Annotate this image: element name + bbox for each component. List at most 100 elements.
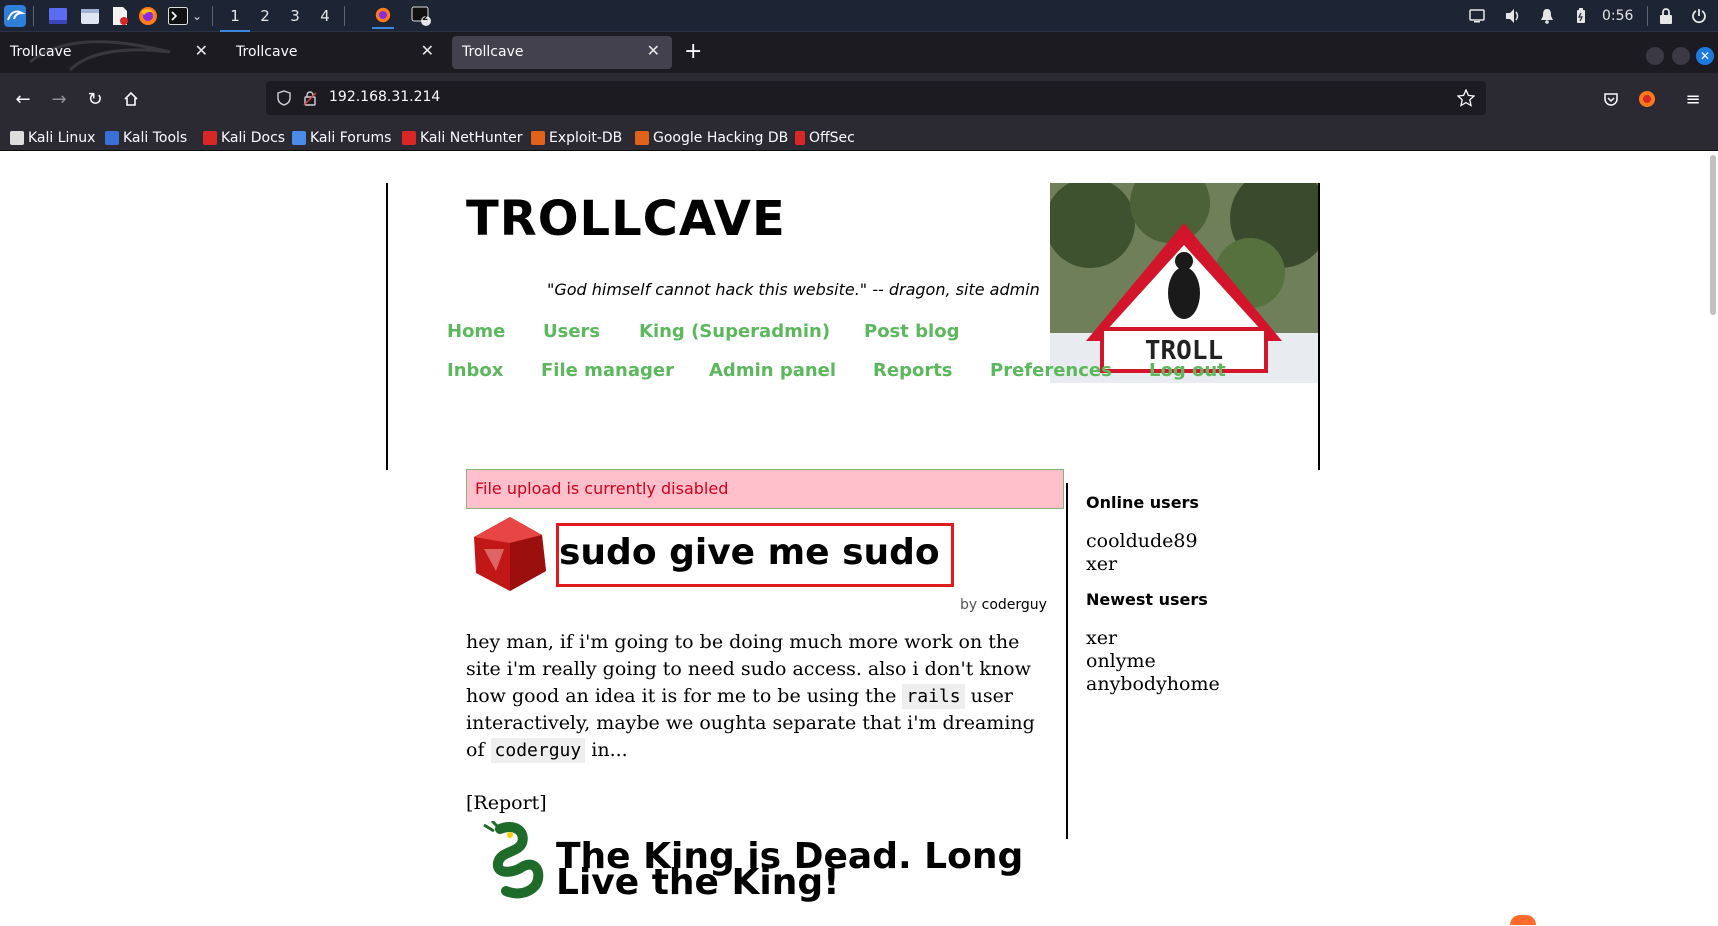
browser-tab[interactable]: Trollcave ✕ (0, 36, 220, 69)
post-byline: by coderguy (960, 597, 1047, 613)
bookmark-google-hacking-db[interactable]: Google Hacking DB (635, 128, 788, 148)
site-title: TROLLCAVE (466, 191, 786, 247)
shield-icon[interactable] (274, 88, 294, 108)
newest-user[interactable]: onlyme (1086, 650, 1156, 672)
dragon-icon (470, 819, 550, 905)
kali-tools-icon (105, 131, 119, 145)
kali-nethunter-icon (402, 131, 416, 145)
bookmark-label: Exploit-DB (549, 130, 623, 146)
newest-user[interactable]: xer (1086, 627, 1117, 649)
reload-icon[interactable]: ↻ (82, 86, 108, 112)
nav-users[interactable]: Users (543, 321, 600, 342)
browser-tab-active[interactable]: Trollcave ✕ (452, 36, 672, 69)
power-icon[interactable] (1688, 5, 1710, 27)
nav-log-out[interactable]: Log out (1149, 360, 1226, 381)
newest-users-heading: Newest users (1086, 590, 1208, 609)
chevron-down-icon[interactable]: ⌄ (190, 5, 204, 27)
nav-file-manager[interactable]: File manager (541, 360, 674, 381)
browser-tab[interactable]: Trollcave ✕ (226, 36, 446, 69)
post-title[interactable]: sudo give me sudo (556, 523, 954, 587)
hamburger-menu-icon[interactable]: ≡ (1680, 86, 1706, 112)
exploit-db-icon (531, 131, 545, 145)
show-desktop-icon[interactable] (47, 5, 69, 27)
maximize-window-button[interactable] (1672, 47, 1690, 65)
bookmark-kali-linux[interactable]: Kali Linux (10, 128, 95, 148)
url-bar[interactable]: 192.168.31.214 (266, 81, 1486, 115)
bookmark-label: OffSec (809, 130, 855, 146)
text-editor-icon[interactable] (109, 5, 131, 27)
battery-icon[interactable] (1570, 5, 1592, 27)
online-user[interactable]: cooldude89 (1086, 530, 1198, 552)
bookmark-kali-docs[interactable]: Kali Docs (203, 128, 285, 148)
byline-label: by (960, 597, 978, 613)
taskbar-separator (1647, 6, 1648, 26)
close-tab-icon[interactable]: ✕ (647, 41, 660, 60)
nav-reports[interactable]: Reports (873, 360, 953, 381)
notifications-bell-icon[interactable] (1536, 5, 1558, 27)
page-scrollbar[interactable] (1710, 155, 1716, 315)
site-tagline: "God himself cannot hack this website." … (547, 280, 1040, 299)
workspace-4[interactable]: 4 (310, 0, 340, 32)
terminal-icon[interactable] (167, 5, 189, 27)
pocket-icon[interactable] (1598, 86, 1624, 112)
forward-arrow-icon[interactable]: → (46, 86, 72, 112)
kali-menu-icon[interactable] (4, 5, 26, 27)
bookmark-offsec[interactable]: OffSec (795, 128, 855, 148)
bookmark-label: Kali NetHunter (420, 130, 523, 146)
insecure-lock-icon[interactable] (300, 88, 320, 108)
screen-icon[interactable] (1466, 5, 1488, 27)
close-tab-icon[interactable]: ✕ (421, 41, 434, 60)
nav-post-blog[interactable]: Post blog (864, 321, 959, 342)
lock-screen-icon[interactable] (1655, 5, 1677, 27)
tab-title: Trollcave (10, 44, 72, 60)
back-arrow-icon[interactable]: ← (10, 86, 36, 112)
nav-inbox[interactable]: Inbox (447, 360, 503, 381)
tab-title: Trollcave (236, 44, 298, 60)
nav-king-superadmin[interactable]: King (Superadmin) (639, 321, 830, 342)
bookmark-star-icon[interactable] (1456, 88, 1476, 108)
volume-icon[interactable] (1502, 5, 1524, 27)
taskbar-separator (33, 6, 34, 26)
code-coderguy: coderguy (490, 738, 586, 763)
firefox-window-button[interactable] (372, 3, 394, 29)
browser-tab-strip: Trollcave ✕ Trollcave ✕ Trollcave ✕ + ✕ (0, 32, 1718, 73)
bookmark-label: Google Hacking DB (653, 130, 789, 146)
post-body-text: in... (591, 739, 628, 761)
extension-icon[interactable] (1634, 86, 1660, 112)
minimize-window-button[interactable] (1646, 47, 1664, 65)
post-title[interactable]: The King is Dead. Long Live the King! (556, 839, 1036, 901)
clock[interactable]: 0:56 (1602, 0, 1633, 32)
online-user[interactable]: xer (1086, 553, 1117, 575)
post-body: hey man, if i'm going to be doing much m… (466, 629, 1046, 764)
taskbar-separator (212, 6, 213, 26)
ruby-icon (470, 513, 550, 597)
os-taskbar: ⌄ 1 2 3 4 2 0:56 (0, 0, 1718, 32)
workspace-1[interactable]: 1 (220, 0, 250, 32)
online-users-heading: Online users (1086, 493, 1199, 512)
bookmark-kali-tools[interactable]: Kali Tools (105, 128, 187, 148)
nav-admin-panel[interactable]: Admin panel (709, 360, 836, 381)
nav-home[interactable]: Home (447, 321, 505, 342)
newest-user[interactable]: anybodyhome (1086, 673, 1220, 695)
home-icon[interactable] (118, 86, 144, 112)
new-tab-button[interactable]: + (684, 40, 702, 64)
kali-docs-icon (203, 131, 217, 145)
bookmark-kali-forums[interactable]: Kali Forums (292, 128, 391, 148)
bookmark-exploit-db[interactable]: Exploit-DB (531, 128, 622, 148)
page-viewport[interactable]: TROLLCAVE "God himself cannot hack this … (0, 151, 1718, 926)
terminal-window-button[interactable]: 2 (410, 5, 432, 27)
post-author[interactable]: coderguy (982, 597, 1047, 613)
close-window-button[interactable]: ✕ (1696, 47, 1714, 65)
report-link[interactable]: [Report] (466, 792, 547, 814)
window-count-badge: 2 (422, 13, 429, 23)
file-manager-icon[interactable] (79, 5, 101, 27)
bookmark-label: Kali Docs (221, 130, 286, 146)
bookmark-kali-nethunter[interactable]: Kali NetHunter (402, 128, 522, 148)
workspace-2[interactable]: 2 (250, 0, 280, 32)
nav-preferences[interactable]: Preferences (990, 360, 1112, 381)
url-text[interactable]: 192.168.31.214 (329, 89, 440, 105)
close-tab-icon[interactable]: ✕ (195, 41, 208, 60)
firefox-icon[interactable] (137, 5, 159, 27)
bookmarks-toolbar: Kali Linux Kali Tools Kali Docs Kali For… (0, 125, 1718, 151)
workspace-3[interactable]: 3 (280, 0, 310, 32)
